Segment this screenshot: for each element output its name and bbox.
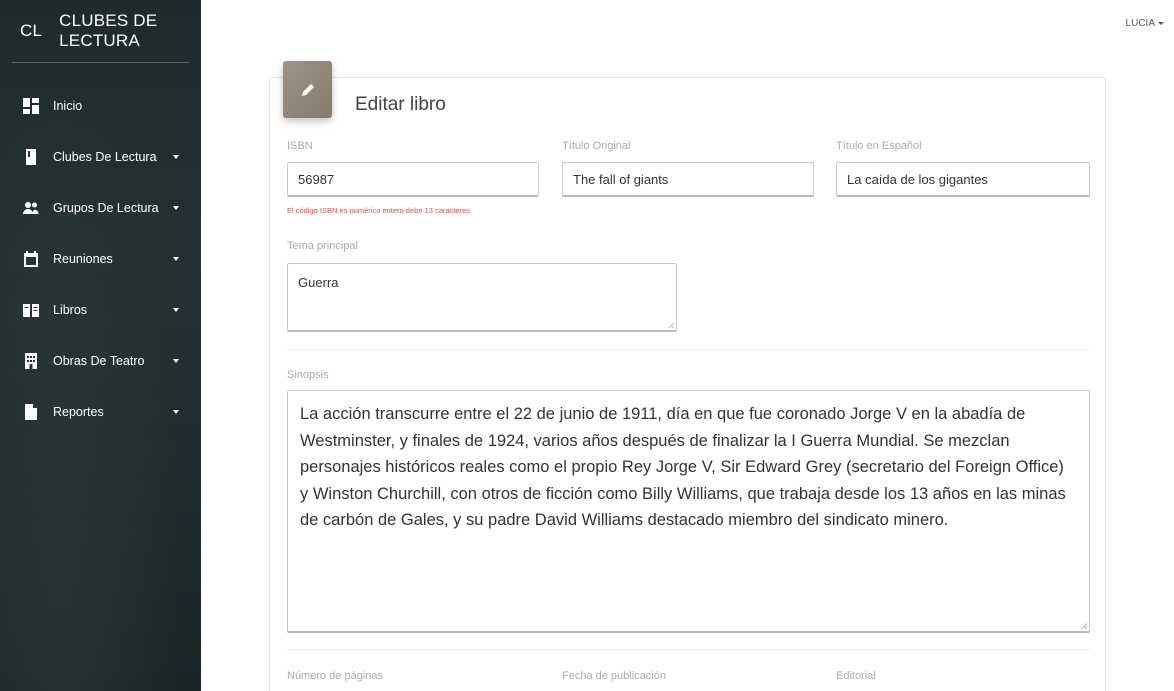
- spanish-title-label: Título en Español: [836, 140, 922, 152]
- original-title-label: Título Original: [562, 140, 631, 152]
- pencil-icon: [283, 61, 332, 118]
- synopsis-value: La acción transcurre entre el 22 de juni…: [300, 405, 1066, 529]
- chevron-down-icon: [173, 154, 179, 159]
- sidebar-item-label: Reuniones: [53, 251, 113, 266]
- publication-date-label: Fecha de publicación: [562, 670, 666, 682]
- chevron-down-icon: [173, 409, 179, 414]
- brand[interactable]: CL CLUBES DE LECTURA: [0, 0, 201, 62]
- sidebar-item-label: Clubes De Lectura: [53, 149, 157, 164]
- people-icon: [23, 200, 39, 216]
- main-theme-value: Guerra: [298, 275, 339, 290]
- brand-abbr: CL: [20, 21, 43, 40]
- sidebar-item-label: Libros: [53, 302, 88, 317]
- open-book-icon: [23, 302, 39, 318]
- building-icon: [23, 352, 39, 369]
- sidebar-item-libros[interactable]: Libros: [0, 284, 201, 335]
- dashboard-icon: [23, 97, 39, 114]
- main-theme-field[interactable]: Guerra: [287, 263, 677, 332]
- spanish-title-field[interactable]: [836, 162, 1090, 197]
- sidebar-nav: Inicio Clubes De Lectura Grupos De Lectu…: [0, 80, 201, 437]
- file-icon: [23, 403, 39, 420]
- sidebar-item-label: Inicio: [53, 98, 83, 113]
- divider: [287, 349, 1090, 350]
- brand-name: CLUBES DE LECTURA: [59, 11, 158, 50]
- pages-label: Número de páginas: [287, 670, 384, 682]
- chevron-down-icon: [173, 358, 179, 363]
- sidebar-item-grupos[interactable]: Grupos De Lectura: [0, 182, 201, 233]
- calendar-icon: [23, 250, 39, 267]
- publisher-label: Editorial: [836, 670, 876, 682]
- sidebar-item-reuniones[interactable]: Reuniones: [0, 233, 201, 284]
- sidebar-item-clubes[interactable]: Clubes De Lectura: [0, 131, 201, 182]
- brand-divider: [12, 62, 189, 63]
- sidebar-item-label: Reportes: [53, 404, 104, 419]
- chevron-down-icon: [173, 256, 179, 261]
- sidebar-item-label: Grupos De Lectura: [53, 200, 159, 215]
- edit-book-card: Editar libro ISBN Título Original Título…: [269, 61, 1106, 691]
- user-menu[interactable]: LUCIA: [1126, 18, 1164, 29]
- sidebar-item-reportes[interactable]: Reportes: [0, 386, 201, 437]
- sidebar-item-inicio[interactable]: Inicio: [0, 80, 201, 131]
- isbn-field[interactable]: [287, 162, 539, 197]
- synopsis-label: Sinopsis: [287, 369, 329, 381]
- resize-grip-icon[interactable]: [668, 322, 674, 328]
- user-name: LUCIA: [1125, 18, 1155, 29]
- chevron-down-icon: [1158, 22, 1164, 25]
- synopsis-field[interactable]: La acción transcurre entre el 22 de juni…: [287, 390, 1090, 633]
- original-title-field[interactable]: [562, 162, 814, 197]
- sidebar-item-obras[interactable]: Obras De Teatro: [0, 335, 201, 386]
- sidebar-item-label: Obras De Teatro: [53, 353, 145, 368]
- chevron-down-icon: [173, 307, 179, 312]
- isbn-error: El código ISBN es numérico entero debe 1…: [287, 206, 471, 215]
- main-theme-label: Tema principal: [287, 240, 358, 252]
- divider: [287, 649, 1090, 650]
- resize-grip-icon[interactable]: [1081, 623, 1087, 629]
- isbn-label: ISBN: [287, 140, 313, 152]
- sidebar: CL CLUBES DE LECTURA Inicio Clubes De Le…: [0, 0, 201, 691]
- chevron-down-icon: [173, 205, 179, 210]
- page-title: Editar libro: [355, 94, 446, 115]
- book-icon: [23, 148, 39, 165]
